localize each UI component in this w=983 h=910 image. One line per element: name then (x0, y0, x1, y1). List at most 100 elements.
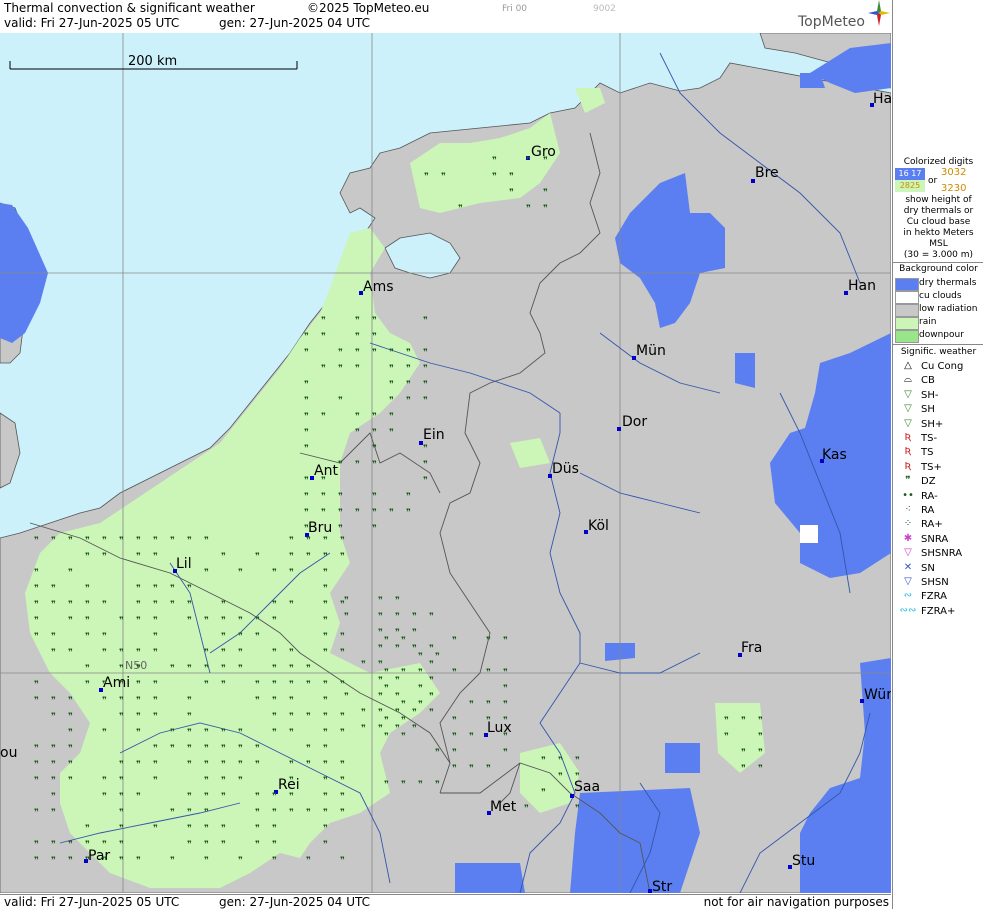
drizzle-icon: ❞ (304, 444, 309, 454)
drizzle-icon: ❞ (238, 568, 243, 578)
drizzle-icon: ❞ (372, 508, 377, 518)
drizzle-icon: ❞ (541, 788, 546, 798)
legend-swatch (895, 330, 919, 343)
drizzle-icon: ❞ (187, 584, 192, 594)
drizzle-icon: ❞ (321, 508, 326, 518)
drizzle-icon: ❞ (340, 728, 345, 738)
drizzle-icon: ❞ (221, 600, 226, 610)
drizzle-icon: ❞ (136, 584, 141, 594)
drizzle-icon: ❞ (204, 616, 209, 626)
sig-weather-label: RA+ (921, 519, 943, 531)
drizzle-icon: ❞ (372, 428, 377, 438)
drizzle-icon: ❞ (153, 536, 158, 546)
drizzle-icon: ❞ (153, 696, 158, 706)
drizzle-icon: ❞ (344, 612, 349, 622)
snow-rain-icon: ✱ (903, 532, 913, 544)
drizzle-icon: ❞ (68, 712, 73, 722)
drizzle-icon: ❞ (34, 616, 39, 626)
drizzle-icon: ❞ (272, 648, 277, 658)
drizzle-icon: ❞ (204, 744, 209, 754)
drizzle-icon: ❞ (321, 364, 326, 374)
drizzle-icon: ❞ (543, 156, 548, 166)
desc-line: Cu cloud base (906, 217, 971, 227)
drizzle-icon: ❞ (85, 632, 90, 642)
drizzle-icon: ❞ (255, 696, 260, 706)
drizzle-icon: ❞ (272, 616, 277, 626)
drizzle-icon: ❞ (187, 824, 192, 834)
sig-weather-item: Ʀ TS (895, 446, 983, 460)
colorized-title: Colorized digits (903, 157, 974, 167)
drizzle-icon: ❞ (575, 756, 580, 766)
sig-weather-label: Cu Cong (921, 361, 964, 372)
drizzle-icon: ❞ (204, 680, 209, 690)
sig-weather-item: ∾∾ FZRA+ (895, 605, 983, 619)
drizzle-icon: ❞ (389, 348, 394, 358)
drizzle-icon: ❞ (418, 684, 423, 694)
drizzle-icon: ❞ (85, 664, 90, 674)
drizzle-icon: ❞ (272, 728, 277, 738)
drizzle-icon: ❞ (486, 700, 491, 710)
drizzle-icon: ❞ (34, 584, 39, 594)
drizzle-icon: ❞ (136, 536, 141, 546)
legend-item: rain (895, 316, 983, 330)
drizzle-icon: ❞ (238, 728, 243, 738)
drizzle-icon: ❞ (340, 552, 345, 562)
drizzle-icon: ❞ (304, 428, 309, 438)
drizzle-icon: ❞ (378, 660, 383, 670)
drizzle-icon: ❞ (51, 600, 56, 610)
drizzle-icon: ❞ (492, 172, 497, 182)
drizzle-icon: ❞ (378, 628, 383, 638)
drizzle-icon: ❞ (102, 792, 107, 802)
drizzle-icon: ❞ (558, 772, 563, 782)
drizzle-icon: ❞ (406, 348, 411, 358)
drizzle-icon: ❞ (289, 712, 294, 722)
drizzle-icon: ❞ (136, 728, 141, 738)
valid-time: valid: Fri 27-Jun-2025 05 UTC (4, 16, 180, 30)
drizzle-icon: ❞ (221, 840, 226, 850)
drizzle-icon: ❞ (503, 748, 508, 758)
drizzle-icon: ❞ (187, 616, 192, 626)
drizzle-icon: ❞ (187, 696, 192, 706)
drizzle-icon: ❞ (289, 680, 294, 690)
drizzle-icon: ❞ (323, 696, 328, 706)
drizzle-icon: ❞ (272, 600, 277, 610)
drizzle-icon: ❞ (306, 744, 311, 754)
drizzle-icon: ❞ (355, 332, 360, 342)
map-header: Thermal convection & significant weather… (0, 0, 891, 34)
drizzle-icon: ❞ (289, 648, 294, 658)
drizzle-icon: ❞ (68, 760, 73, 770)
drizzle-icon: ❞ (340, 856, 345, 866)
drizzle-icon: ❞ (289, 664, 294, 674)
freezing-rain-heavy-icon: ∾∾ (899, 604, 917, 616)
drizzle-icon: ❞ (543, 188, 548, 198)
drizzle-icon: ❞ (384, 732, 389, 742)
drizzle-icon: ❞ (401, 700, 406, 710)
drizzle-icon: ❞ (34, 568, 39, 578)
drizzle-icon: ❞ (435, 780, 440, 790)
drizzle-icon: ❞ (395, 628, 400, 638)
drizzle-icon: ❞ (323, 824, 328, 834)
drizzle-icon: ❞ (321, 316, 326, 326)
sig-weather-item: ✕ SN (895, 562, 983, 576)
drizzle-icon: ❞ (452, 732, 457, 742)
drizzle-icon: ❞ (304, 508, 309, 518)
copyright: ©2025 TopMeteo.eu (307, 1, 430, 15)
digits-green: 2825 (895, 180, 925, 192)
drizzle-icon: ❞ (340, 792, 345, 802)
drizzle-icon: ❞ (34, 632, 39, 642)
sig-weather-item: •• RA- (895, 490, 983, 504)
topmeteo-logo: TopMeteo (798, 0, 890, 30)
drizzle-icon: ❞ (51, 648, 56, 658)
drizzle-icon: ❞ (272, 824, 277, 834)
drizzle-icon: ❞ (289, 536, 294, 546)
city-label: Ami (103, 675, 130, 691)
rain-light-icon: •• (902, 489, 914, 501)
drizzle-icon: ❞ (68, 840, 73, 850)
weather-map[interactable]: 200 km N50 Gro Bre Ha Ams Han Mün Ein Do… (0, 32, 892, 895)
drizzle-icon: ❞ (338, 492, 343, 502)
digits-orange-2: 3230 (941, 183, 967, 194)
drizzle-icon: ❞ (541, 756, 546, 766)
drizzle-icon: ❞ (401, 780, 406, 790)
sig-weather-label: SN (921, 562, 935, 574)
drizzle-icon: ❞ (372, 332, 377, 342)
